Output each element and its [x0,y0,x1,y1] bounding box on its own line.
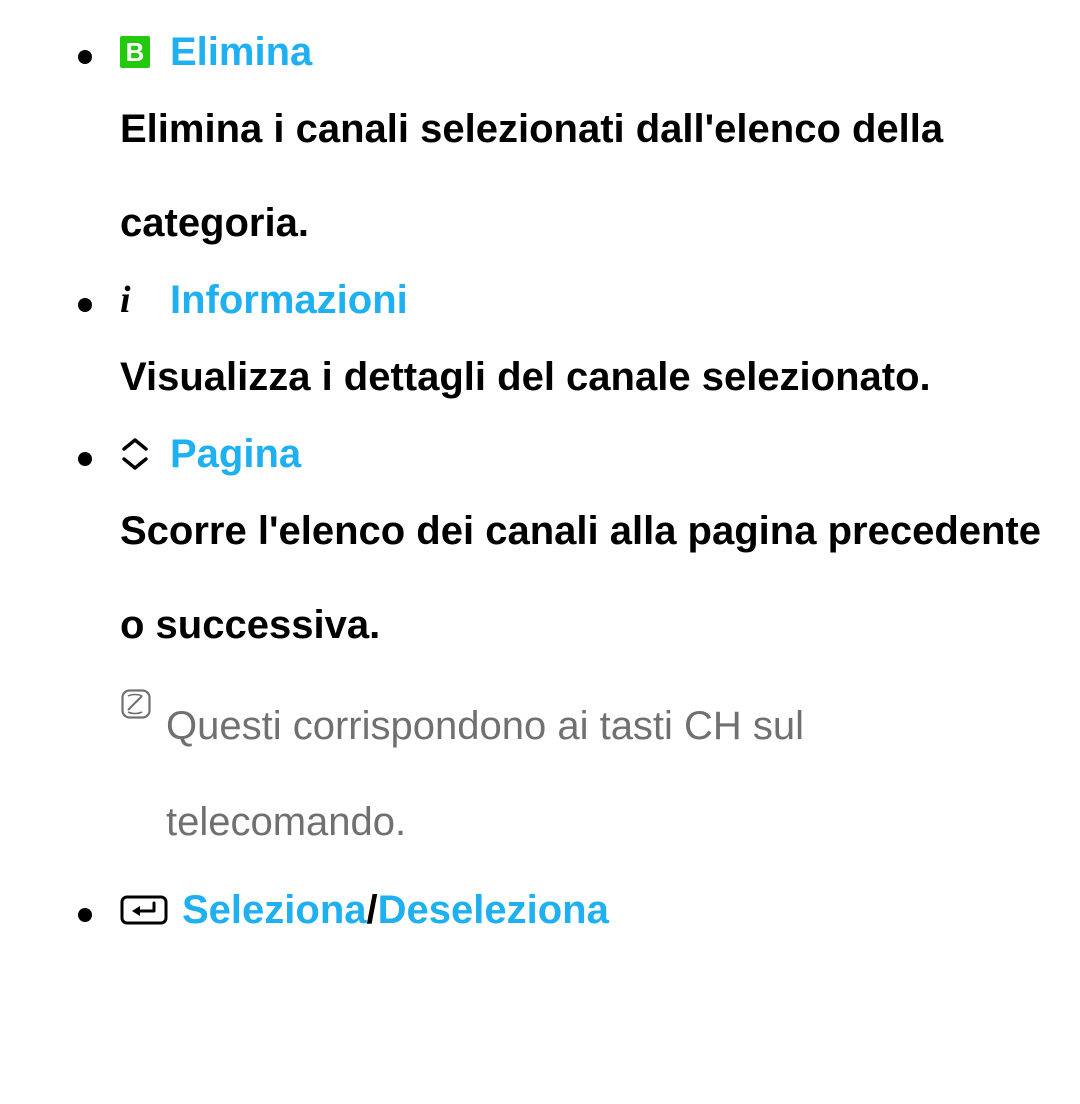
note-icon [120,678,166,720]
list-item: Seleziona / Deseleziona [30,890,1050,930]
note-text: Questi corrispondono ai tasti CH sul tel… [166,678,1050,870]
item-label: Pagina [170,434,301,474]
list-item: Pagina Scorre l'elenco dei canali alla p… [30,434,1050,870]
item-header: B Elimina [120,32,1050,72]
b-button-icon: B [120,36,164,68]
list-item: i Informazioni Visualizza i dettagli del… [30,280,1050,424]
item-label-2: Deseleziona [378,890,609,930]
enter-icon [120,893,176,927]
info-icon: i [120,281,164,319]
up-down-icon [120,436,164,472]
item-header: Pagina [120,434,1050,474]
item-desc: Scorre l'elenco dei canali alla pagina p… [120,484,1050,672]
bullet-list: B Elimina Elimina i canali selezionati d… [30,32,1050,930]
item-header: Seleziona / Deseleziona [120,890,1050,930]
list-item: B Elimina Elimina i canali selezionati d… [30,32,1050,270]
item-label: Elimina [170,32,312,72]
note: Questi corrispondono ai tasti CH sul tel… [120,678,1050,870]
item-header: i Informazioni [120,280,1050,320]
item-label-sep: / [367,890,378,930]
item-label: Informazioni [170,280,408,320]
item-desc: Visualizza i dettagli del canale selezio… [120,330,1050,424]
item-label-1: Seleziona [182,890,367,930]
item-desc: Elimina i canali selezionati dall'elenco… [120,82,1050,270]
